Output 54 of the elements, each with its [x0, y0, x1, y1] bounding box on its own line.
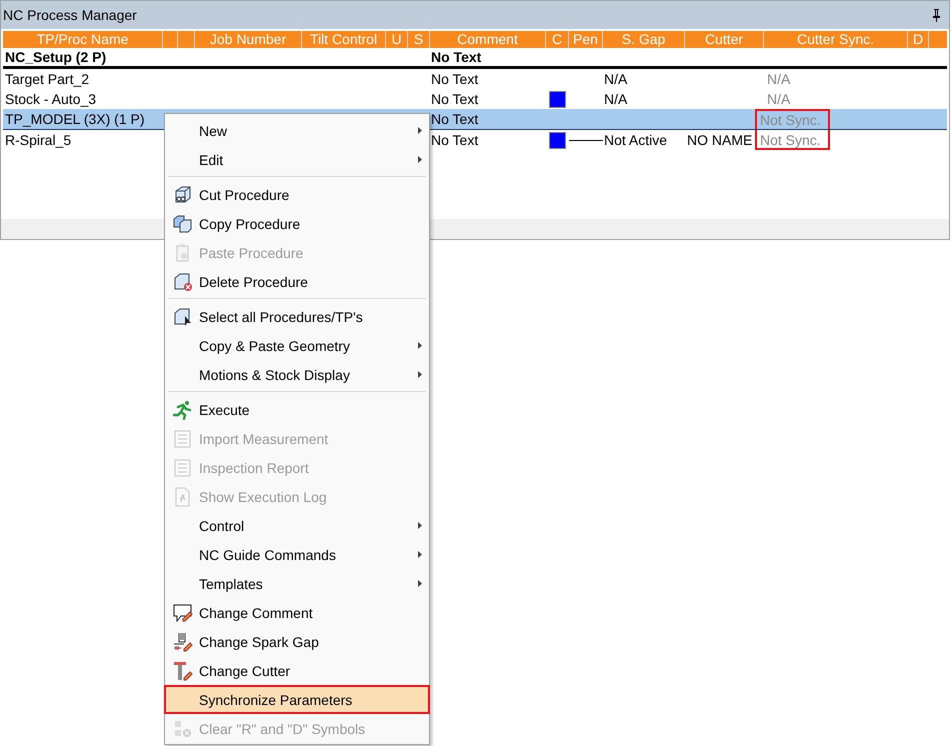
table-cell-text: N/A	[766, 70, 792, 89]
menu-item[interactable]: Copy & Paste Geometry	[166, 331, 428, 360]
menu-item[interactable]: Motions & Stock Display	[166, 360, 428, 389]
table-cell-text: TP_MODEL (3X) (1 P)	[4, 110, 145, 129]
table-cell-text: No Text	[430, 131, 480, 150]
document-icon	[172, 458, 192, 478]
table-cell-text: No Text	[430, 48, 482, 66]
menu-item[interactable]: Edit	[166, 145, 428, 174]
submenu-arrow-icon	[418, 580, 422, 587]
submenu-arrow-icon	[418, 371, 422, 378]
menu-item[interactable]: Change Spark Gap	[166, 627, 428, 656]
document-icon	[172, 428, 192, 448]
menu-item[interactable]: Templates	[166, 569, 428, 598]
table-cell: Not Sync.	[755, 109, 830, 129]
spark-gap-pencil-icon	[172, 632, 192, 652]
menu-item[interactable]: Select all Procedures/TP's	[166, 302, 428, 331]
menu-item[interactable]: Copy Procedure	[166, 209, 428, 238]
table-cell-text: N/A	[766, 90, 792, 109]
submenu-arrow-icon	[418, 342, 422, 349]
table-cell: N/A	[604, 91, 628, 107]
submenu-arrow-icon	[418, 551, 422, 558]
cutter-pencil-icon	[172, 660, 192, 680]
submenu-arrow-icon	[418, 127, 422, 134]
table-cell-text: No Text	[430, 90, 480, 109]
table-cell-text: No Text	[430, 70, 480, 89]
submenu-arrow-icon	[418, 522, 422, 529]
clear-icon	[172, 718, 192, 738]
document-icon	[172, 486, 192, 506]
cube-cursor-icon	[172, 306, 192, 326]
running-figure-icon	[172, 400, 192, 420]
menu-item[interactable]: Cut Procedure	[166, 180, 428, 209]
table-cell-text: Stock - Auto_3	[4, 90, 96, 109]
menu-item[interactable]: Change Comment	[166, 598, 428, 627]
comment-pencil-icon	[172, 602, 192, 622]
window-title: NC Process Manager	[3, 7, 137, 23]
pin-icon[interactable]	[932, 8, 941, 22]
cube-scissors-icon	[172, 184, 192, 204]
submenu-arrow-icon	[418, 156, 422, 163]
menu-item[interactable]: Change Cutter	[166, 656, 428, 685]
table-cell: NO NAME	[687, 132, 752, 148]
menu-item[interactable]: Control	[166, 511, 428, 540]
menu-item[interactable]: Execute	[166, 395, 428, 424]
menu-item[interactable]: Delete Procedure	[166, 267, 428, 296]
table-cell: Not Sync.	[755, 130, 830, 150]
table-cell-text: Target Part_2	[4, 70, 90, 89]
table-cell-text: R-Spiral_5	[4, 131, 72, 150]
table-cell: Not Active	[604, 132, 668, 148]
table-cell-text: No Text	[430, 110, 480, 129]
table-cell-text: NC_Setup (2 P)	[4, 48, 106, 66]
menu-item[interactable]: NC Guide Commands	[166, 540, 428, 569]
menu-item[interactable]: Synchronize Parameters	[164, 685, 430, 714]
cubes-icon	[172, 214, 192, 234]
table-cell: N/A	[604, 71, 628, 87]
cube-delete-icon	[172, 272, 192, 292]
